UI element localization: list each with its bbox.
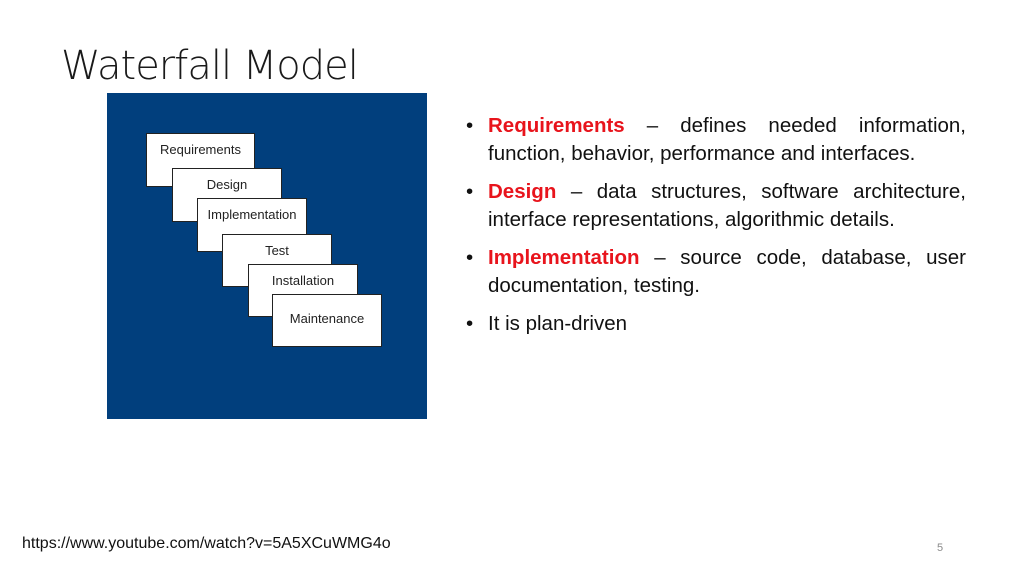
bullet-design: • Design – data structures, software arc… bbox=[466, 178, 966, 234]
bullet-separator: – bbox=[556, 180, 597, 203]
page-number: 5 bbox=[937, 542, 944, 554]
slide-title: Waterfall Model bbox=[61, 43, 359, 89]
bullet-separator: – bbox=[624, 114, 681, 137]
bullet-dot: • bbox=[466, 114, 474, 137]
bullet-list: • Requirements – defines needed informat… bbox=[466, 112, 966, 348]
bullet-term: Requirements bbox=[488, 114, 625, 137]
waterfall-diagram: Requirements Design Implementation Test … bbox=[107, 93, 427, 419]
bullet-dot: • bbox=[466, 180, 474, 203]
bullet-term: Design bbox=[488, 180, 557, 203]
stage-maintenance: Maintenance bbox=[272, 294, 382, 347]
bullet-dot: • bbox=[466, 312, 474, 335]
bullet-separator: – bbox=[639, 246, 681, 269]
bullet-dot: • bbox=[466, 246, 474, 269]
bullet-implementation: • Implementation – source code, database… bbox=[466, 244, 966, 300]
bullet-text: It is plan-driven bbox=[488, 312, 628, 335]
bullet-requirements: • Requirements – defines needed informat… bbox=[466, 112, 966, 168]
bullet-plan-driven: • It is plan-driven bbox=[466, 310, 966, 338]
bullet-term: Implementation bbox=[488, 246, 640, 269]
source-link[interactable]: https://www.youtube.com/watch?v=5A5XCuWM… bbox=[22, 535, 391, 553]
